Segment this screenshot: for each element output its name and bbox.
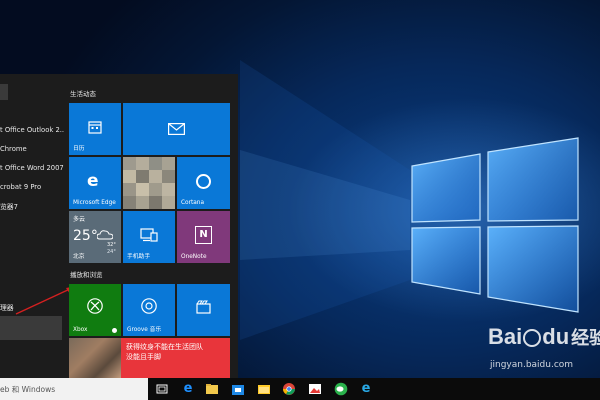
taskbar-search-box[interactable]: eb 和 Windows	[0, 378, 148, 400]
tile-movies[interactable]	[177, 284, 230, 336]
app-list-item-acrobat[interactable]: crobat 9 Pro	[0, 183, 64, 191]
tile-photos[interactable]	[123, 157, 175, 209]
edge-taskbar-icon[interactable]: e	[181, 382, 195, 396]
photo-image	[123, 157, 175, 209]
news-headline-line1: 获得纹身不能在生活团队	[126, 343, 203, 351]
tile-news[interactable]: 获得纹身不能在生活团队 没能且手脚	[69, 338, 230, 378]
tile-mail[interactable]	[123, 103, 230, 155]
onenote-icon: N	[195, 226, 212, 244]
app-list-item-chrome[interactable]: Chrome	[0, 145, 64, 153]
group-label-life: 生活动态	[70, 90, 96, 98]
app-list-item-selected[interactable]	[0, 316, 62, 340]
tile-phone-companion[interactable]: 手机助手	[123, 211, 175, 263]
group-label-play: 播放和浏览	[70, 271, 103, 279]
paw-icon	[523, 329, 542, 348]
tile-cortana[interactable]: Cortana	[177, 157, 230, 209]
cortana-icon	[196, 174, 211, 189]
tile-groove-music[interactable]: Groove 音乐	[123, 284, 175, 336]
tile-edge-label: Microsoft Edge	[73, 200, 116, 206]
weather-temperature: 25°	[73, 228, 98, 244]
tile-xbox-label: Xbox	[73, 327, 88, 333]
weather-low: 24°	[107, 249, 116, 255]
file-explorer-icon[interactable]	[205, 382, 219, 396]
edge-icon: e	[87, 171, 99, 191]
tile-xbox[interactable]: Xbox	[69, 284, 121, 336]
photos-app-icon[interactable]	[308, 382, 322, 396]
search-placeholder: eb 和 Windows	[0, 385, 56, 394]
news-headline-line2: 没能且手脚	[126, 353, 161, 361]
baidu-jingyan-watermark: Bai du 经验 jingyan.baidu.com	[488, 324, 600, 376]
tile-edge[interactable]: e Microsoft Edge	[69, 157, 121, 209]
tile-onenote-label: OneNote	[181, 254, 207, 260]
calendar-icon	[88, 121, 102, 134]
app-list-item-outlook[interactable]: t Office Outlook 2...	[0, 126, 64, 134]
tile-onenote[interactable]: N OneNote	[177, 211, 230, 263]
app-list-item-word[interactable]: t Office Word 2007	[0, 164, 64, 172]
tile-calendar-label: 日历	[73, 146, 85, 152]
chrome-icon[interactable]	[282, 382, 296, 396]
film-icon	[196, 300, 211, 314]
tile-groove-label: Groove 音乐	[127, 327, 162, 333]
watermark-logo: Bai du 经验	[488, 324, 600, 349]
weather-high: 32°	[107, 242, 116, 248]
news-photo	[69, 338, 121, 378]
tile-weather[interactable]: 多云 25° 32° 24° 北京	[69, 211, 121, 263]
ie-icon[interactable]: e	[359, 382, 373, 396]
hamburger-menu-button[interactable]	[0, 84, 8, 100]
phone-companion-icon	[140, 228, 158, 242]
watermark-url: jingyan.baidu.com	[490, 360, 574, 370]
cloud-icon	[97, 230, 113, 240]
tile-cortana-label: Cortana	[181, 200, 205, 206]
mail-icon	[168, 123, 185, 135]
weather-condition: 多云	[73, 216, 86, 223]
xbox-badge-icon	[112, 328, 117, 333]
tile-calendar[interactable]: 日历	[69, 103, 121, 155]
app-list-item-browser[interactable]: 览器7	[0, 201, 64, 211]
wechat-icon[interactable]	[334, 382, 348, 396]
folder-icon[interactable]	[257, 382, 271, 396]
task-view-icon[interactable]	[155, 382, 169, 396]
weather-city: 北京	[73, 254, 85, 260]
tile-phone-label: 手机助手	[127, 254, 151, 260]
store-icon[interactable]	[231, 382, 245, 396]
xbox-icon	[87, 298, 103, 314]
groove-icon	[141, 298, 157, 314]
